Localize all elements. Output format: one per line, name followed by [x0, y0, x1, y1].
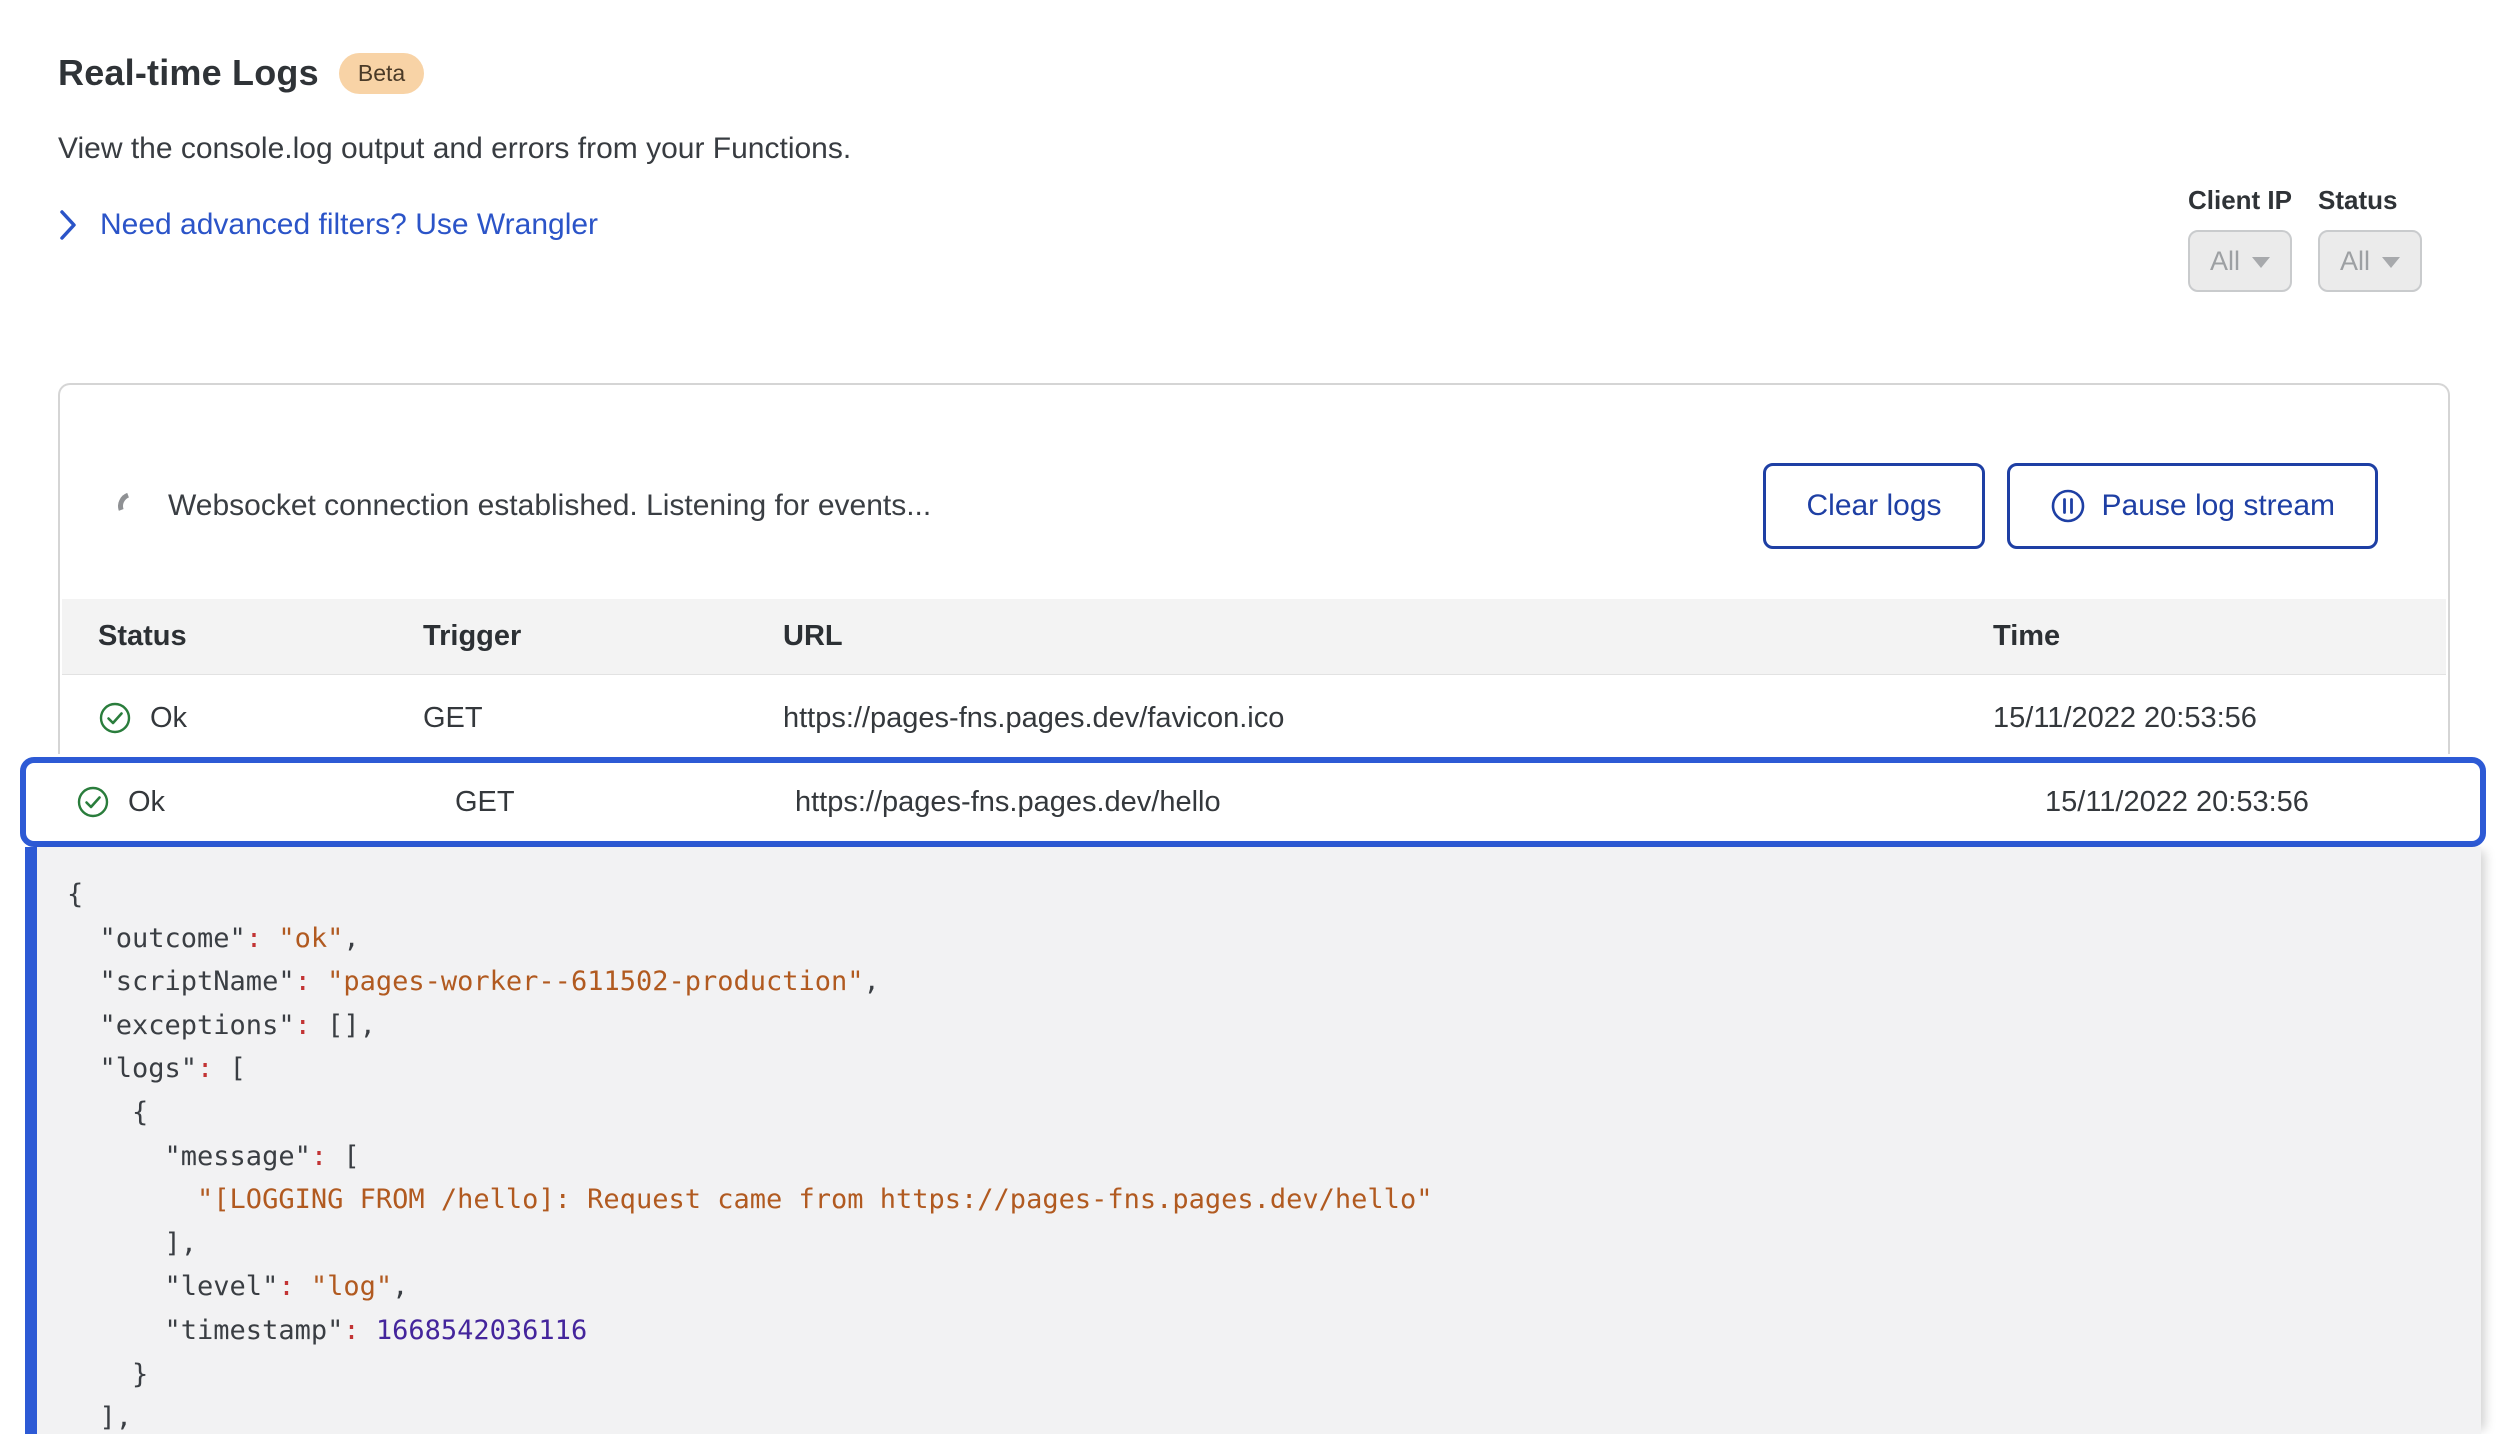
column-header-trigger: Trigger — [423, 620, 783, 653]
filters: Client IP All Status All — [2188, 185, 2422, 292]
column-header-time: Time — [1993, 620, 2446, 653]
websocket-status-text: Websocket connection established. Listen… — [168, 489, 931, 523]
caret-down-icon — [2252, 257, 2270, 268]
websocket-status: Websocket connection established. Listen… — [118, 489, 931, 523]
row-trigger: GET — [455, 786, 795, 819]
pause-log-stream-label: Pause log stream — [2102, 489, 2335, 523]
page-subtitle: View the console.log output and errors f… — [58, 132, 851, 166]
spinner-icon — [113, 487, 150, 524]
row-trigger: GET — [423, 702, 783, 735]
client-ip-filter-dropdown[interactable]: All — [2188, 230, 2292, 292]
clear-logs-button[interactable]: Clear logs — [1763, 463, 1984, 549]
row-time: 15/11/2022 20:53:56 — [1993, 702, 2446, 735]
status-filter-label: Status — [2318, 185, 2422, 216]
log-detail-panel: { "outcome": "ok", "scriptName": "pages-… — [25, 847, 2481, 1434]
row-status: Ok — [128, 786, 165, 819]
chevron-right-icon — [58, 208, 78, 242]
clear-logs-label: Clear logs — [1806, 489, 1941, 523]
wrangler-link-label: Need advanced filters? Use Wrangler — [100, 208, 598, 242]
row-time: 15/11/2022 20:53:56 — [2045, 786, 2480, 819]
row-url: https://pages-fns.pages.dev/favicon.ico — [783, 702, 1993, 735]
status-filter-dropdown[interactable]: All — [2318, 230, 2422, 292]
row-url: https://pages-fns.pages.dev/hello — [795, 786, 2045, 819]
log-detail-json: { "outcome": "ok", "scriptName": "pages-… — [37, 847, 2481, 1434]
beta-badge: Beta — [339, 53, 424, 94]
log-table-header: Status Trigger URL Time — [62, 599, 2446, 675]
caret-down-icon — [2382, 257, 2400, 268]
client-ip-filter-label: Client IP — [2188, 185, 2292, 216]
pause-icon — [2050, 488, 2086, 524]
column-header-url: URL — [783, 620, 1993, 653]
row-status: Ok — [150, 702, 187, 735]
page-title: Real-time Logs — [58, 52, 319, 94]
log-table-row-selected[interactable]: Ok GET https://pages-fns.pages.dev/hello… — [20, 757, 2486, 847]
page-header: Real-time Logs Beta View the console.log… — [58, 52, 851, 242]
ok-check-icon — [98, 701, 132, 735]
pause-log-stream-button[interactable]: Pause log stream — [2007, 463, 2378, 549]
client-ip-filter-value: All — [2210, 246, 2240, 277]
wrangler-link[interactable]: Need advanced filters? Use Wrangler — [58, 208, 851, 242]
log-table-row[interactable]: Ok GET https://pages-fns.pages.dev/favic… — [62, 676, 2446, 760]
status-filter-value: All — [2340, 246, 2370, 277]
logs-card: Websocket connection established. Listen… — [58, 383, 2450, 759]
ok-check-icon — [76, 785, 110, 819]
realtime-logs-page: Real-time Logs Beta View the console.log… — [0, 0, 2508, 1434]
column-header-status: Status — [62, 620, 423, 653]
